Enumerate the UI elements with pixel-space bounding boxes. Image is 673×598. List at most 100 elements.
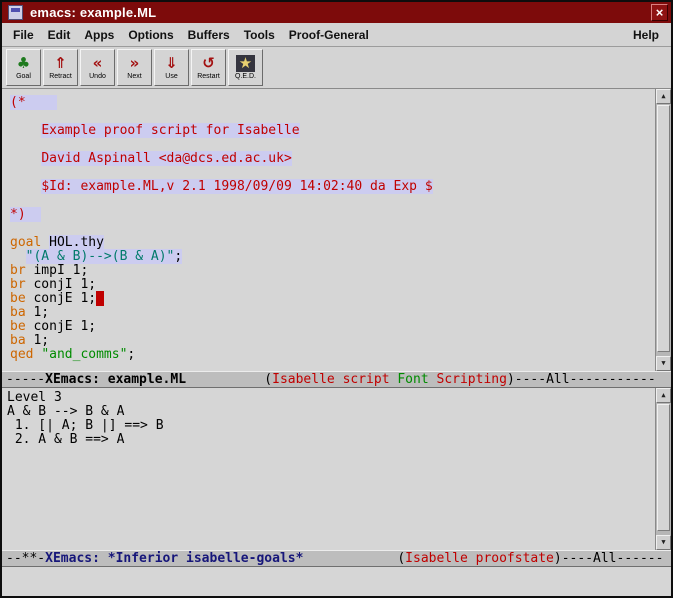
text-line: br conjI 1;: [10, 278, 655, 292]
toolbar-button-retract[interactable]: ⇑Retract: [43, 49, 78, 86]
menu-item-help[interactable]: Help: [625, 25, 667, 45]
use-icon: ⇓: [165, 55, 178, 72]
toolbar-button-label: Undo: [89, 72, 106, 81]
text-line: Level 3: [7, 391, 655, 405]
code-token: be: [10, 291, 26, 306]
menu-item-buffers[interactable]: Buffers: [181, 25, 237, 45]
modeline-segment: Isabelle proofstate: [405, 551, 554, 566]
code-token: "(A & B)-->(B & A)": [26, 249, 175, 264]
code-token: br: [10, 263, 26, 278]
code-token: 2. A & B ==> A: [7, 432, 124, 447]
text-line: A & B --> B & A: [7, 405, 655, 419]
modeline-segment: )----All-----------: [507, 372, 656, 387]
toolbar-button-label: Goal: [16, 72, 31, 81]
text-line: [10, 222, 655, 236]
code-token: impI 1;: [26, 263, 89, 278]
toolbar-button-undo[interactable]: «Undo: [80, 49, 115, 86]
menubar-items: FileEditAppsOptionsBuffersToolsProof-Gen…: [6, 25, 376, 45]
qed-icon: ★: [236, 55, 255, 72]
code-token: ;: [127, 347, 135, 362]
menu-item-file[interactable]: File: [6, 25, 41, 45]
script-scrollbar-trough[interactable]: [656, 104, 671, 356]
toolbar-button-label: Retract: [49, 72, 72, 81]
toolbar-button-next[interactable]: »Next: [117, 49, 152, 86]
code-token: [10, 249, 26, 264]
code-token: 1;: [26, 333, 49, 348]
modeline-segment: Scripting: [437, 372, 507, 387]
scroll-down-icon[interactable]: ▼: [656, 356, 671, 371]
toolbar-button-use[interactable]: ⇓Use: [154, 49, 189, 86]
text-line: $Id: example.ML,v 2.1 1998/09/09 14:02:4…: [10, 180, 655, 194]
toolbar-button-goal[interactable]: ♣Goal: [6, 49, 41, 86]
modeline-segment: (: [303, 551, 405, 566]
code-token: ba: [10, 333, 26, 348]
minibuffer[interactable]: [2, 567, 671, 596]
code-token: A & B --> B & A: [7, 404, 124, 419]
toolbar-button-restart[interactable]: ↺Restart: [191, 49, 226, 86]
goals-scrollbar-thumb[interactable]: [657, 404, 670, 531]
modeline-segment: [429, 372, 437, 387]
code-token: $Id: example.ML,v 2.1 1998/09/09 14:02:4…: [41, 179, 432, 194]
text-line: *): [10, 208, 655, 222]
text-line: [10, 166, 655, 180]
menu-item-options[interactable]: Options: [121, 25, 180, 45]
modeline-segment: XEmacs: example.ML: [45, 372, 186, 387]
undo-icon: «: [93, 55, 103, 72]
text-line: be conjE 1;: [10, 292, 655, 306]
text-line: [10, 138, 655, 152]
toolbar-button-label: Restart: [197, 72, 220, 81]
text-line: "(A & B)-->(B & A)";: [10, 250, 655, 264]
text-line: [10, 110, 655, 124]
scroll-up-icon[interactable]: ▲: [656, 89, 671, 104]
close-icon[interactable]: ×: [651, 4, 668, 21]
text-line: qed "and_comms";: [10, 348, 655, 362]
text-line: goal HOL.thy: [10, 236, 655, 250]
toolbar-button-qed[interactable]: ★Q.E.D.: [228, 49, 263, 86]
modeline-segment: )----All------: [554, 551, 664, 566]
code-token: qed: [10, 347, 33, 362]
script-scrollbar: ▲ ▼: [655, 89, 671, 371]
scroll-down-icon[interactable]: ▼: [656, 535, 671, 550]
code-token: [10, 123, 41, 138]
code-token: conjE 1;: [26, 319, 96, 334]
code-token: 1. [| A; B |] ==> B: [7, 418, 164, 433]
code-token: "and_comms": [41, 347, 127, 362]
menu-item-proof-general[interactable]: Proof-General: [282, 25, 376, 45]
toolbar: ♣Goal⇑Retract«Undo»Next⇓Use↺Restart★Q.E.…: [2, 47, 671, 89]
goals-scrollbar-trough[interactable]: [656, 403, 671, 535]
script-buffer-window: (* Example proof script for Isabelle Dav…: [2, 89, 671, 371]
code-token: 1;: [26, 305, 49, 320]
text-line: be conjE 1;: [10, 320, 655, 334]
modeline-segment: -----: [6, 372, 45, 387]
text-line: 1. [| A; B |] ==> B: [7, 419, 655, 433]
menu-item-edit[interactable]: Edit: [41, 25, 78, 45]
goals-buffer-window: Level 3A & B --> B & A 1. [| A; B |] ==>…: [2, 388, 671, 550]
retract-icon: ⇑: [54, 55, 67, 72]
window-icon[interactable]: [8, 5, 23, 20]
script-buffer-text[interactable]: (* Example proof script for Isabelle Dav…: [2, 89, 655, 371]
script-scrollbar-thumb[interactable]: [657, 105, 670, 352]
code-token: Level 3: [7, 390, 62, 405]
code-token: [10, 179, 41, 194]
xemacs-window: emacs: example.ML × FileEditAppsOptionsB…: [0, 0, 673, 598]
text-line: br impI 1;: [10, 264, 655, 278]
text-line: 2. A & B ==> A: [7, 433, 655, 447]
text-line: (*: [10, 96, 655, 110]
goals-modeline: --**-XEmacs: *Inferior isabelle-goals* (…: [2, 550, 671, 567]
scroll-up-icon[interactable]: ▲: [656, 388, 671, 403]
text-line: David Aspinall <da@dcs.ed.ac.uk>: [10, 152, 655, 166]
text-line: ba 1;: [10, 334, 655, 348]
code-token: *): [10, 207, 41, 222]
code-token: (*: [10, 95, 57, 110]
titlebar: emacs: example.ML ×: [2, 2, 671, 23]
menu-item-tools[interactable]: Tools: [237, 25, 282, 45]
code-token: br: [10, 277, 26, 292]
goals-buffer-text[interactable]: Level 3A & B --> B & A 1. [| A; B |] ==>…: [2, 388, 655, 550]
code-token: David Aspinall <da@dcs.ed.ac.uk>: [41, 151, 291, 166]
text-line: [10, 194, 655, 208]
code-token: goal: [10, 235, 41, 250]
window-title: emacs: example.ML: [30, 5, 156, 20]
menu-item-apps[interactable]: Apps: [77, 25, 121, 45]
code-token: ;: [174, 249, 182, 264]
code-token: [10, 151, 41, 166]
